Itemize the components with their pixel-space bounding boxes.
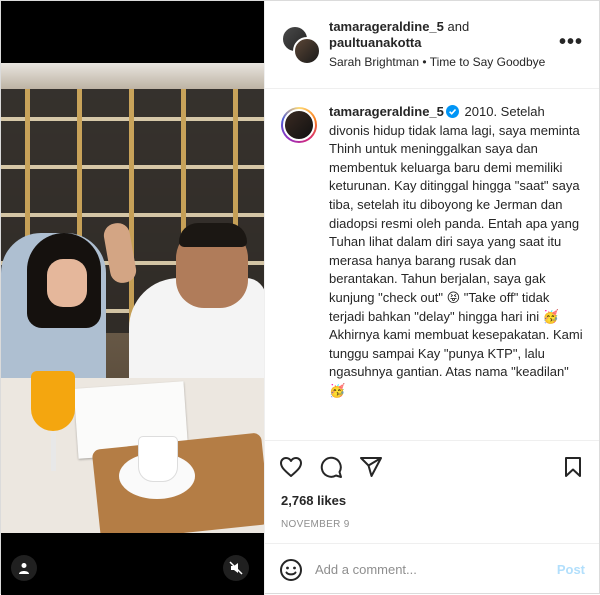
verified-badge-icon xyxy=(445,105,459,118)
like-count[interactable]: 2,768 likes xyxy=(265,493,599,513)
comment-icon[interactable] xyxy=(319,455,343,479)
action-bar xyxy=(265,441,599,493)
comment-input[interactable] xyxy=(315,562,545,577)
username-link[interactable]: paultuanakotta xyxy=(329,35,585,51)
caption-username[interactable]: tamarageraldine_5 xyxy=(329,104,444,119)
caption: tamarageraldine_5 2010. Setelah divonis … xyxy=(265,89,599,441)
share-icon[interactable] xyxy=(359,455,383,479)
more-options-icon[interactable]: ••• xyxy=(559,31,583,54)
post-video[interactable] xyxy=(1,1,264,595)
post-date: NOVEMBER 9 xyxy=(281,519,350,530)
comment-bar: Post xyxy=(265,543,599,595)
avatar[interactable] xyxy=(281,107,317,143)
post-comment-button[interactable]: Post xyxy=(557,562,585,577)
collab-avatars[interactable] xyxy=(281,24,321,65)
avatar xyxy=(293,36,321,65)
post-header: tamarageraldine_5 and paultuanakotta Sar… xyxy=(265,1,599,89)
post-details: tamarageraldine_5 and paultuanakotta Sar… xyxy=(264,1,599,595)
instagram-post: tamarageraldine_5 and paultuanakotta Sar… xyxy=(0,0,600,595)
mute-icon[interactable] xyxy=(223,555,249,581)
joiner-text: and xyxy=(443,18,470,34)
audio-link[interactable]: Sarah Brightman • Time to Say Goodbye xyxy=(329,55,585,70)
user-tag-icon[interactable] xyxy=(11,555,37,581)
username-link[interactable]: tamarageraldine_5 xyxy=(329,19,444,34)
caption-text: 2010. Setelah divonis hidup tidak lama l… xyxy=(329,104,587,398)
video-frame xyxy=(1,63,264,533)
bookmark-icon[interactable] xyxy=(561,455,585,479)
heart-icon[interactable] xyxy=(279,455,303,479)
emoji-icon[interactable] xyxy=(279,558,303,582)
